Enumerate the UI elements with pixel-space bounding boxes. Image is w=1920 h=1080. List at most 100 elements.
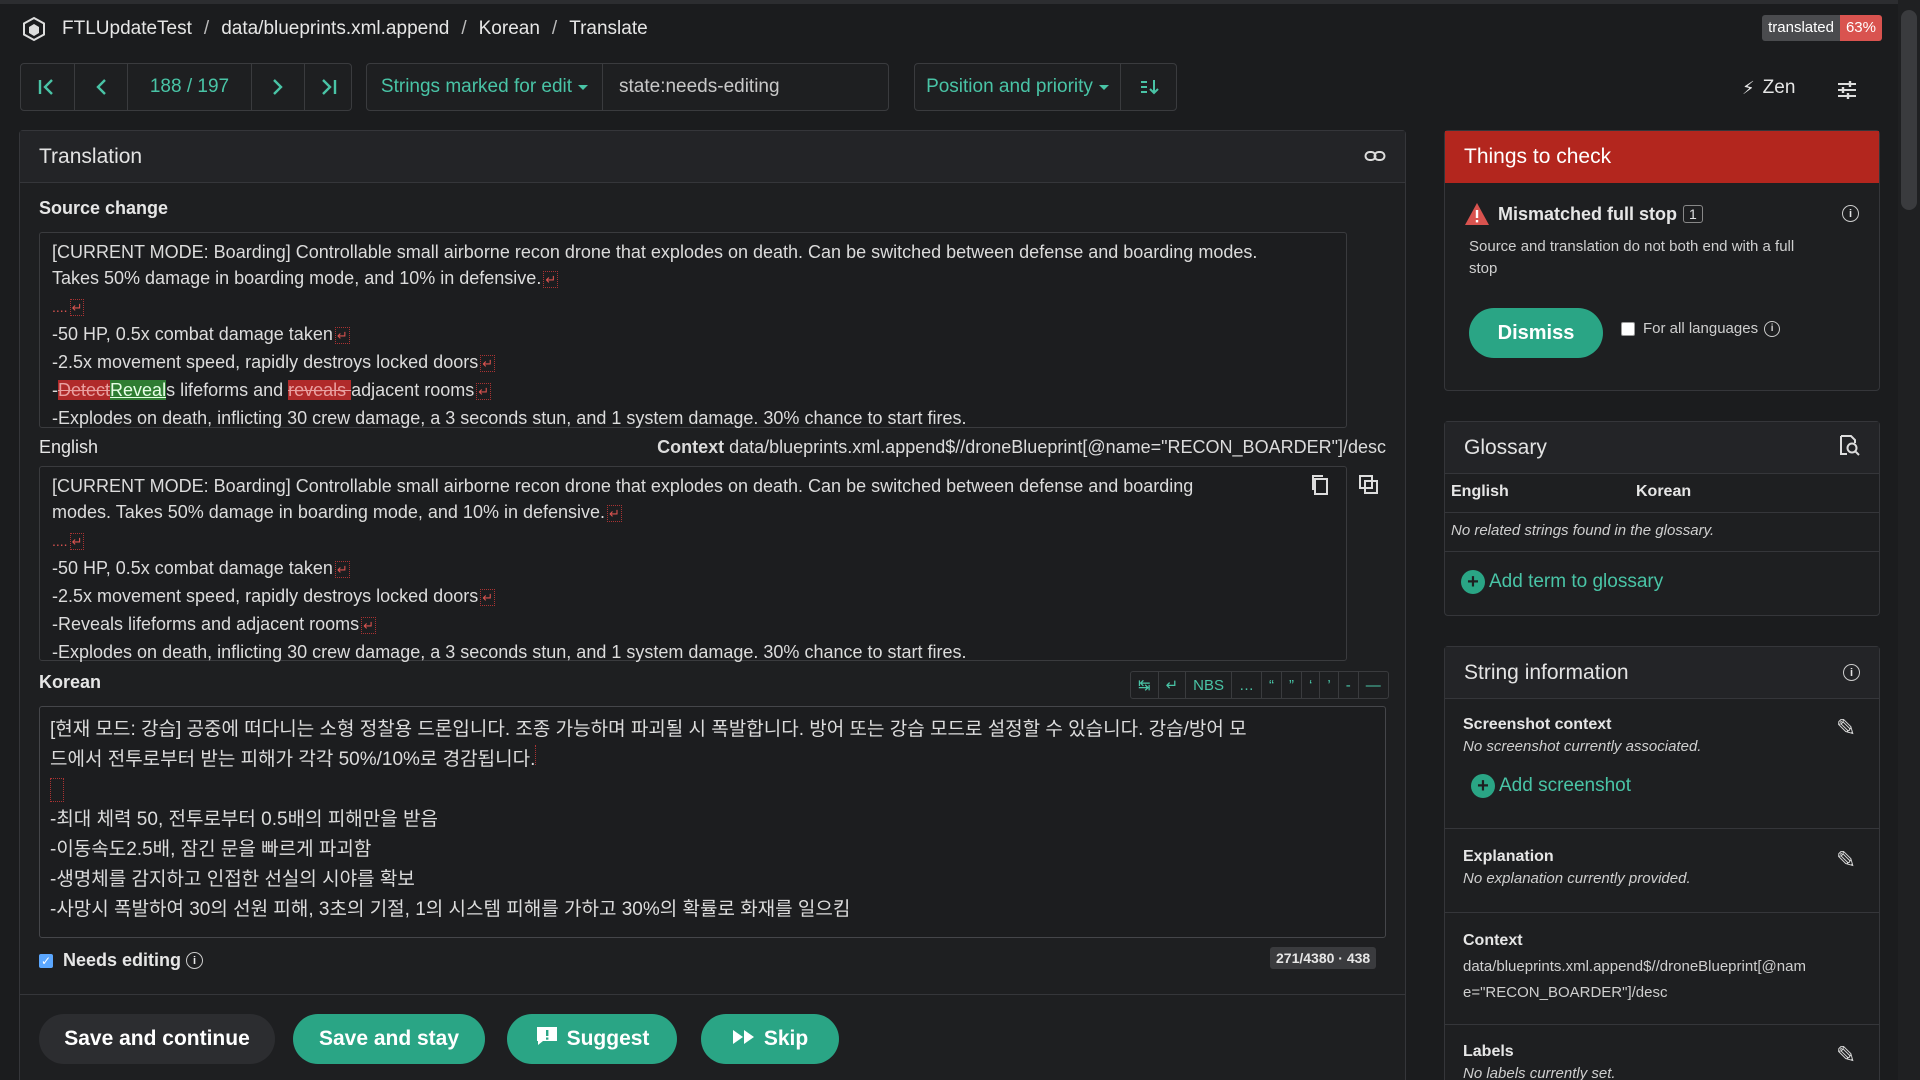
needs-editing-checkbox[interactable]: ✓: [39, 953, 53, 968]
check-item-header: Mismatched full stop 1: [1464, 202, 1703, 226]
plus-circle-icon: +: [1471, 774, 1495, 798]
right-double-quote-button[interactable]: ”: [1282, 672, 1302, 698]
hyphen-button[interactable]: -: [1339, 672, 1359, 698]
explanation-empty: No explanation currently provided.: [1463, 870, 1691, 887]
text-line: -50 HP, 0.5x combat damage taken ↵: [52, 324, 350, 344]
info-icon[interactable]: i: [186, 952, 204, 969]
breadcrumb-page[interactable]: Translate: [569, 18, 648, 40]
text-line: 드에서 전투로부터 받는 피해가 각각 50%/10%로 경감됩니다.: [50, 745, 1375, 775]
translation-panel-header: Translation: [20, 131, 1405, 183]
clone-icon[interactable]: [1358, 474, 1380, 501]
right-single-quote-button[interactable]: ’: [1320, 672, 1339, 698]
fast-forward-icon: [732, 1027, 756, 1051]
for-all-languages-checkbox[interactable]: [1621, 321, 1635, 336]
page-scrollbar[interactable]: [1898, 0, 1920, 1080]
text-line: [CURRENT MODE: Boarding] Controllable sm…: [52, 242, 1258, 262]
needs-editing-row: ✓ Needs editing i: [39, 950, 204, 971]
info-icon[interactable]: i: [1842, 205, 1859, 222]
zen-mode-button[interactable]: ⚡ Zen: [1742, 77, 1795, 99]
breadcrumb-separator: /: [203, 18, 210, 39]
add-term-link[interactable]: + Add term to glossary: [1461, 570, 1663, 594]
translated-progress-badge[interactable]: translated 63%: [1762, 15, 1882, 41]
add-term-label: Add term to glossary: [1489, 571, 1664, 592]
permalink-icon[interactable]: [1364, 145, 1386, 169]
skip-button[interactable]: Skip: [701, 1014, 839, 1064]
first-string-button[interactable]: [21, 64, 75, 110]
lightning-icon: ⚡: [1742, 77, 1755, 98]
chevron-right-icon: [273, 79, 283, 95]
diff-line: -DetectReveals lifeforms and reveals adj…: [52, 380, 492, 400]
text-line: modes. Takes 50% damage in boarding mode…: [52, 502, 622, 522]
edit-explanation-icon[interactable]: ✎: [1836, 846, 1856, 875]
text-line: -최대 체력 50, 전투로부터 0.5배의 피해만을 받음: [50, 809, 438, 830]
edit-screenshot-icon[interactable]: ✎: [1836, 714, 1856, 743]
caret-down-icon: [578, 84, 589, 90]
add-screenshot-link[interactable]: + Add screenshot: [1471, 774, 1631, 798]
sort-direction-icon: [1140, 80, 1159, 95]
source-context: Context data/blueprints.xml.append$//dro…: [657, 437, 1386, 458]
edit-labels-icon[interactable]: ✎: [1836, 1041, 1856, 1070]
progress-label: translated: [1762, 15, 1840, 41]
string-position[interactable]: 188 / 197: [128, 64, 252, 110]
newline-char-button[interactable]: ↵: [1159, 672, 1187, 698]
divider: [1445, 828, 1879, 829]
save-continue-button[interactable]: Save and continue: [39, 1014, 275, 1064]
warning-icon: [1465, 203, 1489, 225]
korean-label: Korean: [39, 672, 102, 692]
sort-dropdown[interactable]: Position and priority: [915, 64, 1121, 110]
em-dash-button[interactable]: —: [1359, 672, 1388, 698]
glossary-panel-header: Glossary: [1445, 422, 1879, 474]
translation-textarea[interactable]: [현재 모드: 강습] 공중에 떠다니는 소형 정찰용 드론입니다. 조종 가능…: [39, 706, 1386, 938]
filter-query-input[interactable]: state:needs-editing: [603, 64, 888, 110]
breadcrumb-separator: /: [461, 18, 467, 39]
breadcrumb-project[interactable]: FTLUpdateTest: [62, 18, 192, 40]
text-line: -이동속도2.5배, 잠긴 문을 빠르게 파괴함: [50, 839, 372, 860]
filter-dropdown[interactable]: Strings marked for edit: [367, 64, 603, 110]
next-string-button[interactable]: [252, 64, 306, 110]
for-all-languages-label: For all languages: [1643, 320, 1759, 337]
left-double-quote-button[interactable]: “: [1262, 672, 1282, 698]
suggest-button[interactable]: Suggest: [507, 1014, 677, 1064]
skip-last-icon: [322, 79, 337, 95]
scrollbar-thumb[interactable]: [1901, 10, 1917, 210]
glossary-empty: No related strings found in the glossary…: [1451, 522, 1715, 539]
sliders-icon: [1838, 81, 1856, 99]
previous-string-button[interactable]: [75, 64, 129, 110]
nbs-char-button[interactable]: NBS: [1186, 672, 1232, 698]
glossary-search-icon[interactable]: [1838, 434, 1860, 462]
dismiss-button[interactable]: Dismiss: [1469, 308, 1603, 358]
english-label: English: [39, 437, 99, 457]
info-icon[interactable]: i: [1764, 320, 1781, 337]
context-label: Context: [657, 437, 725, 457]
text-line: .... ↵: [52, 299, 85, 316]
text-line: -2.5x movement speed, rapidly destroys l…: [52, 586, 496, 606]
text-line: -사망시 폭발하여 30의 선원 피해, 3초의 기절, 1의 시스템 피해를 …: [50, 899, 851, 920]
info-icon[interactable]: i: [1843, 664, 1860, 681]
string-info-header: String information i: [1445, 647, 1879, 699]
comment-icon: [535, 1025, 559, 1053]
newline-marker-icon: ↵: [543, 271, 559, 288]
weblate-logo-icon[interactable]: [20, 15, 48, 43]
save-stay-button[interactable]: Save and stay: [293, 1014, 485, 1064]
sort-direction-button[interactable]: [1121, 64, 1176, 110]
newline-marker-icon: ↵: [480, 589, 496, 606]
suggest-label: Suggest: [566, 1027, 650, 1050]
breadcrumb-language[interactable]: Korean: [479, 18, 540, 40]
copy-icon[interactable]: [1310, 474, 1330, 501]
needs-editing-label: Needs editing: [63, 950, 182, 970]
editor-settings-button[interactable]: [1836, 79, 1858, 106]
breadcrumb-component[interactable]: data/blueprints.xml.append: [221, 18, 449, 40]
tab-char-button[interactable]: ↹: [1131, 672, 1159, 698]
text-line: Takes 50% damage in boarding mode, and 1…: [52, 268, 559, 288]
text-line: [CURRENT MODE: Boarding] Controllable sm…: [52, 476, 1194, 496]
source-change-label: Source change: [39, 198, 169, 218]
divider: [1445, 1024, 1879, 1025]
text-line: -Explodes on death, inflicting 30 crew d…: [52, 408, 967, 428]
left-single-quote-button[interactable]: ‘: [1302, 672, 1321, 698]
text-line: -2.5x movement speed, rapidly destroys l…: [52, 352, 496, 372]
last-string-button[interactable]: [305, 64, 351, 110]
filter-group: Strings marked for edit state:needs-edit…: [366, 63, 889, 111]
newline-marker-icon: ↵: [334, 561, 350, 578]
explanation-label: Explanation: [1463, 848, 1554, 865]
ellipsis-char-button[interactable]: …: [1232, 672, 1262, 698]
